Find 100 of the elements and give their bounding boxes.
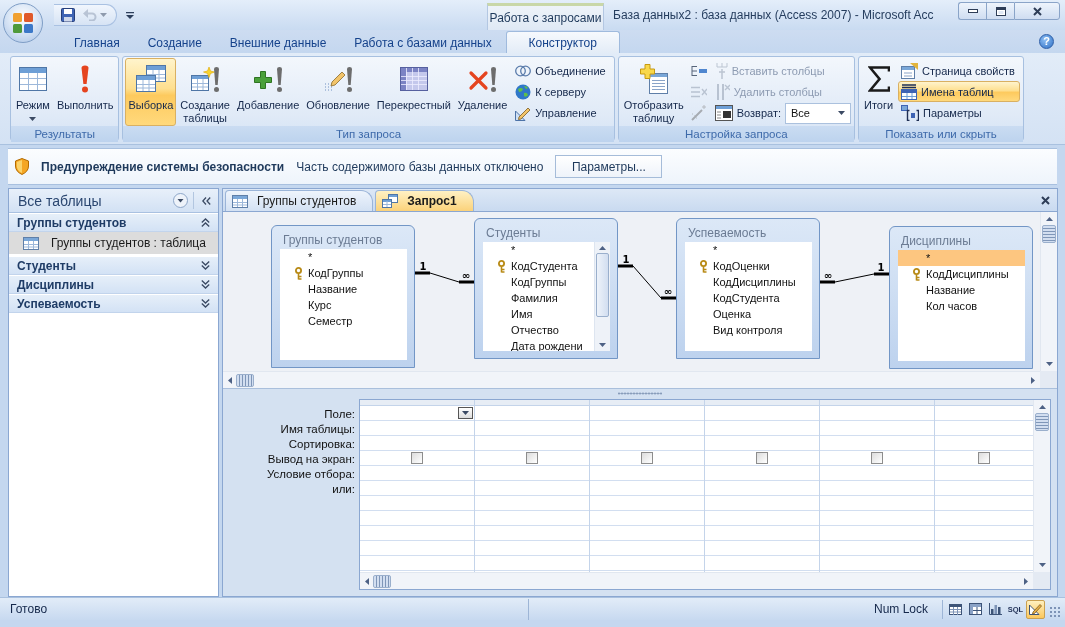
field-item[interactable]: * <box>483 242 594 258</box>
group-header[interactable]: Успеваемость <box>9 295 218 313</box>
view-button[interactable] <box>1026 599 1045 619</box>
property-sheet-button[interactable]: Страница свойств <box>898 60 1020 82</box>
field-item[interactable]: Название <box>280 281 407 297</box>
make-table-button[interactable]: Создание таблицы <box>177 58 233 126</box>
grid-cell[interactable] <box>935 451 1033 466</box>
options-button[interactable]: Параметры... <box>555 155 663 178</box>
column-selector[interactable] <box>705 400 819 406</box>
grid-cell[interactable] <box>705 451 819 466</box>
grid-cell[interactable] <box>360 451 474 466</box>
horizontal-scrollbar[interactable] <box>360 572 1033 589</box>
dropdown-button[interactable] <box>458 407 473 419</box>
scroll-thumb[interactable] <box>1042 225 1056 243</box>
maximize-button[interactable] <box>986 2 1014 20</box>
delete-query-button[interactable]: Удаление <box>454 58 511 126</box>
left-arrow-icon[interactable] <box>365 577 369 585</box>
view-button[interactable]: Режим <box>13 58 53 126</box>
close-button[interactable] <box>1014 2 1060 20</box>
pane-title[interactable]: Все таблицы <box>18 192 173 209</box>
join-line[interactable] <box>413 271 476 284</box>
group-header[interactable]: Студенты <box>9 257 218 275</box>
vertical-scrollbar[interactable] <box>594 242 610 351</box>
horizontal-scrollbar[interactable] <box>223 371 1040 388</box>
select-query-button[interactable]: Выборка <box>125 58 177 126</box>
down-arrow-icon[interactable] <box>1045 362 1053 366</box>
show-checkbox[interactable] <box>641 452 653 464</box>
field-item[interactable]: Имя <box>483 306 594 322</box>
grid-cell[interactable] <box>820 451 934 466</box>
field-item[interactable]: Отчество <box>483 322 594 338</box>
save-button[interactable] <box>60 6 76 24</box>
field-item[interactable]: Вид контроля <box>685 322 812 338</box>
ribbon-tab[interactable]: Внешние данные <box>215 31 341 53</box>
right-arrow-icon[interactable] <box>1024 577 1028 585</box>
up-arrow-icon[interactable] <box>1038 405 1046 409</box>
left-arrow-icon[interactable] <box>228 376 232 384</box>
field-item[interactable]: КодОценки <box>685 258 812 274</box>
up-arrow-icon[interactable] <box>599 246 606 250</box>
join-line[interactable] <box>818 272 891 284</box>
show-checkbox[interactable] <box>756 452 768 464</box>
field-item[interactable]: * <box>685 242 812 258</box>
show-checkbox[interactable] <box>978 452 990 464</box>
field-item[interactable]: Кол часов <box>898 298 1025 314</box>
append-button[interactable]: Добавление <box>234 58 303 126</box>
parameters-button[interactable]: Параметры <box>898 102 1020 124</box>
field-item[interactable]: Оценка <box>685 306 812 322</box>
document-tab[interactable]: Запрос1 <box>375 190 474 211</box>
field-item[interactable]: КодДисциплины <box>685 274 812 290</box>
customize-button[interactable] <box>125 9 135 21</box>
field-item[interactable]: КодДисциплины <box>898 266 1025 282</box>
dropdown-circle-icon[interactable] <box>173 193 188 208</box>
down-arrow-icon[interactable] <box>599 343 606 347</box>
ribbon-tab[interactable]: Конструктор <box>505 31 620 53</box>
group-header[interactable]: Группы студентов <box>9 214 218 232</box>
grid-cell[interactable] <box>590 451 704 466</box>
field-item[interactable]: Курс <box>280 297 407 313</box>
show-checkbox[interactable] <box>526 452 538 464</box>
field-item[interactable]: Фамилия <box>483 290 594 306</box>
grid-cell[interactable] <box>360 406 474 421</box>
union-button[interactable]: Объединение <box>512 60 611 82</box>
show-checkbox[interactable] <box>411 452 423 464</box>
up-arrow-icon[interactable] <box>1045 217 1053 221</box>
resize-grip[interactable] <box>1049 606 1061 618</box>
scroll-thumb[interactable] <box>236 373 254 387</box>
nav-item[interactable]: Группы студентов : таблица <box>9 232 218 254</box>
ribbon-tab[interactable]: Главная <box>60 31 134 53</box>
down-arrow-icon[interactable] <box>1038 563 1046 567</box>
field-item[interactable]: КодСтудента <box>483 258 594 274</box>
group-header[interactable]: Дисциплины <box>9 276 218 294</box>
double-chevron-left-icon[interactable] <box>202 196 211 205</box>
scroll-thumb[interactable] <box>373 574 391 588</box>
run-button[interactable]: Выполнить <box>53 58 117 126</box>
vertical-scrollbar[interactable] <box>1033 400 1050 572</box>
column-selector[interactable] <box>820 400 934 406</box>
field-item[interactable]: * <box>898 250 1025 266</box>
document-tab[interactable]: Группы студентов <box>225 190 374 211</box>
totals-button[interactable]: Итоги <box>861 58 897 126</box>
column-selector[interactable] <box>935 400 1033 406</box>
right-arrow-icon[interactable] <box>1031 376 1035 384</box>
close-icon[interactable] <box>1041 195 1050 205</box>
ribbon-tab[interactable]: Работа с базами данных <box>340 31 506 53</box>
ribbon-tab[interactable]: Создание <box>133 31 216 53</box>
column-selector[interactable] <box>590 400 704 406</box>
scroll-thumb[interactable] <box>1035 413 1049 431</box>
pass-through-button[interactable]: К серверу <box>512 81 611 103</box>
field-item[interactable]: КодГруппы <box>483 274 594 290</box>
show-checkbox[interactable] <box>871 452 883 464</box>
field-item[interactable]: Семестр <box>280 313 407 329</box>
minimize-button[interactable] <box>958 2 986 20</box>
return-dropdown[interactable]: Все <box>785 102 851 124</box>
show-table-button[interactable]: Отобразить таблицу <box>620 58 687 126</box>
crosstab-button[interactable]: Перекрестный <box>373 58 454 126</box>
grid-cell[interactable] <box>475 451 589 466</box>
data-definition-button[interactable]: Управление <box>512 102 611 124</box>
scroll-thumb[interactable] <box>596 253 609 317</box>
update-button[interactable]: Обновление <box>303 58 373 126</box>
table-names-button[interactable]: Имена таблиц <box>898 81 1020 103</box>
vertical-scrollbar[interactable] <box>1040 212 1057 371</box>
field-item[interactable]: * <box>280 249 407 265</box>
field-item[interactable]: КодГруппы <box>280 265 407 281</box>
